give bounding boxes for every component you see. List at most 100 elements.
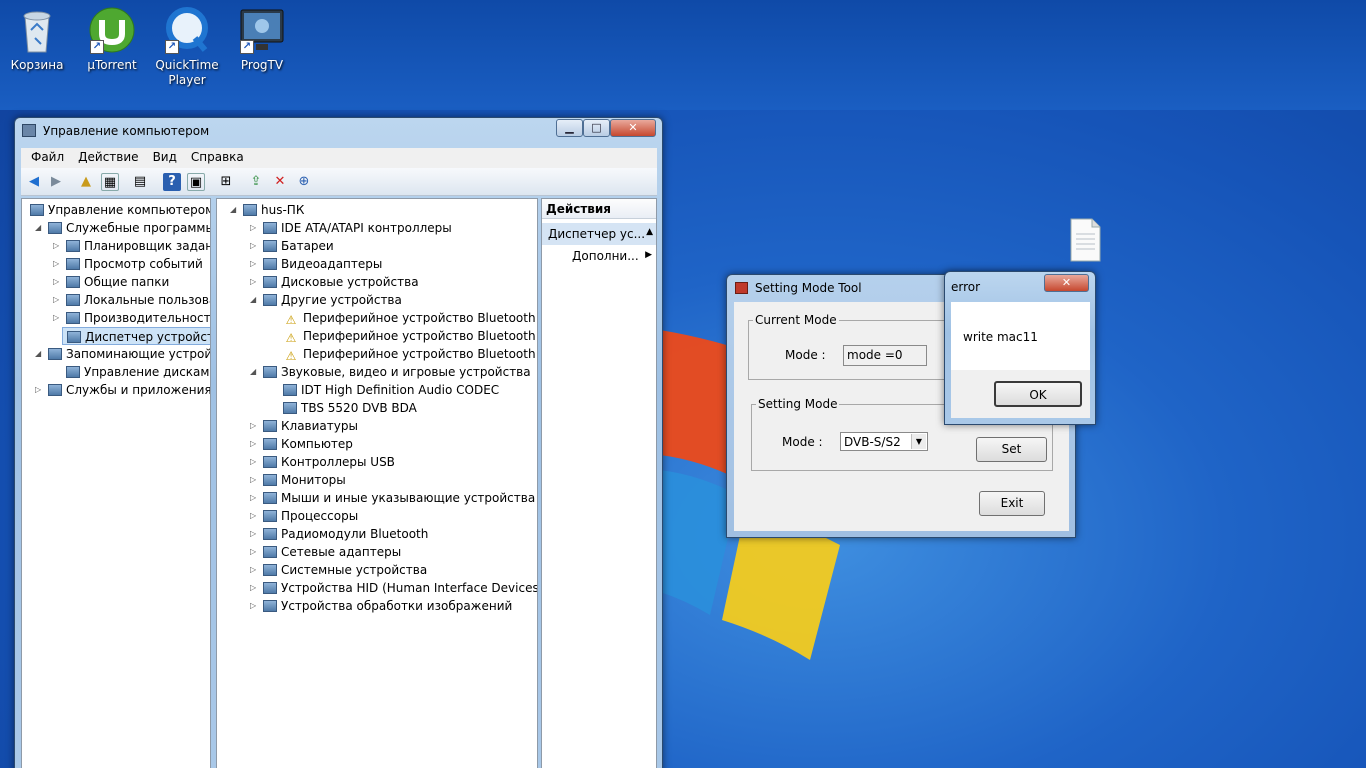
collapsed-arrow-icon[interactable]: ▷ [250, 255, 258, 273]
tree-item[interactable]: ▷ Сетевые адаптеры [250, 543, 405, 561]
collapsed-arrow-icon[interactable]: ▷ [250, 597, 258, 615]
update-driver-icon[interactable]: ⇪ [247, 173, 265, 191]
actions-section-device-manager[interactable]: Диспетчер ус... ▲ [542, 223, 656, 245]
tree-item[interactable]: ⚠ Периферийное устройство Bluetooth [279, 345, 537, 363]
tree-item[interactable]: ▷ Мониторы [250, 471, 350, 489]
collapsed-arrow-icon[interactable]: ▷ [53, 237, 61, 255]
tree-item[interactable]: ◢ Служебные программы [35, 219, 210, 237]
tree-item[interactable]: ▷ Радиомодули Bluetooth [250, 525, 432, 543]
menu-file[interactable]: Файл [21, 148, 71, 164]
collapsed-arrow-icon[interactable]: ▷ [53, 309, 61, 327]
show-hide-tree-icon[interactable]: ▦ [101, 173, 119, 191]
tree-item[interactable]: IDT High Definition Audio CODEC [279, 381, 503, 399]
menu-action[interactable]: Действие [71, 148, 145, 164]
actions-more-item[interactable]: Дополни... ▶ [542, 245, 656, 267]
menu-help[interactable]: Справка [184, 148, 251, 164]
tree-item[interactable]: ▷ Просмотр событий [53, 255, 207, 273]
expanded-arrow-icon[interactable]: ◢ [230, 201, 238, 219]
expanded-arrow-icon[interactable]: ◢ [35, 219, 43, 237]
tree-item[interactable]: ▷ IDE ATA/ATAPI контроллеры [250, 219, 456, 237]
tree-item[interactable]: ▷ Устройства HID (Human Interface Devices… [250, 579, 537, 597]
collapsed-arrow-icon[interactable]: ▷ [35, 381, 43, 399]
tree-item[interactable]: ▷ Процессоры [250, 507, 362, 525]
tree-item[interactable]: ▷ Службы и приложения [35, 381, 210, 399]
collapsed-arrow-icon[interactable]: ▷ [250, 417, 258, 435]
ok-button[interactable]: OK [994, 381, 1082, 407]
tree-item[interactable]: ⚠ Периферийное устройство Bluetooth [279, 309, 537, 327]
mmc-titlebar[interactable]: Управление компьютером ▁ □ ✕ [15, 118, 662, 144]
dropdown-arrow-icon[interactable]: ▼ [911, 434, 926, 449]
error-title: error [951, 280, 981, 294]
set-button[interactable]: Set [976, 437, 1047, 462]
utorrent-shortcut[interactable]: ↗ µTorrent [75, 6, 149, 73]
tree-item[interactable]: ▷ Компьютер [250, 435, 357, 453]
tree-item-label: Планировщик заданий [84, 239, 210, 253]
tree-item[interactable]: ▷ Планировщик заданий [53, 237, 210, 255]
minimize-button[interactable]: ▁ [556, 119, 583, 137]
tree-item[interactable]: Управление компьютером (л [26, 201, 210, 219]
quicktime-shortcut[interactable]: ↗ QuickTime Player [150, 6, 224, 88]
menu-view[interactable]: Вид [146, 148, 184, 164]
tree-item[interactable]: ▷ Производительность [53, 309, 210, 327]
collapse-up-icon[interactable]: ▲ [646, 227, 653, 237]
tree-item[interactable]: Управление дисками [62, 363, 210, 381]
tree-item[interactable]: ▷ Дисковые устройства [250, 273, 423, 291]
uninstall-icon[interactable]: ✕ [271, 173, 289, 191]
tree-item[interactable]: ◢ Запоминающие устройст [35, 345, 210, 363]
tree-item[interactable]: ▷ Клавиатуры [250, 417, 362, 435]
export-list-icon[interactable]: ▤ [131, 173, 149, 191]
recycle-bin-shortcut[interactable]: Корзина [0, 6, 74, 73]
device-icon [263, 420, 277, 432]
device-icon [263, 222, 277, 234]
exit-button[interactable]: Exit [979, 491, 1045, 516]
tree-item[interactable]: ▷ Мыши и иные указывающие устройства [250, 489, 537, 507]
setting-mode-select[interactable]: DVB-S/S2 ▼ [840, 432, 928, 451]
device-icon [263, 600, 277, 612]
progtv-shortcut[interactable]: ↗ ProgTV [225, 6, 299, 73]
tree-item[interactable]: ◢ hus-ПК [230, 201, 308, 219]
collapsed-arrow-icon[interactable]: ▷ [250, 579, 258, 597]
expanded-arrow-icon[interactable]: ◢ [250, 291, 258, 309]
collapsed-arrow-icon[interactable]: ▷ [250, 543, 258, 561]
up-folder-icon[interactable]: ▲ [77, 173, 95, 191]
collapsed-arrow-icon[interactable]: ▷ [53, 291, 61, 309]
maximize-button[interactable]: □ [583, 119, 610, 137]
tree-item[interactable]: ◢ Звуковые, видео и игровые устройства [250, 363, 535, 381]
collapsed-arrow-icon[interactable]: ▷ [250, 561, 258, 579]
tree-item[interactable]: ▷ Локальные пользовате [53, 291, 210, 309]
tree-item[interactable]: ▷ Системные устройства [250, 561, 431, 579]
collapsed-arrow-icon[interactable]: ▷ [250, 237, 258, 255]
enable-device-icon[interactable]: ⊕ [295, 173, 313, 191]
back-icon[interactable]: ◀ [25, 173, 43, 191]
close-button[interactable]: ✕ [610, 119, 656, 137]
file-icon[interactable] [1068, 218, 1102, 262]
tree-item[interactable]: ▷ Видеоадаптеры [250, 255, 386, 273]
collapsed-arrow-icon[interactable]: ▷ [250, 273, 258, 291]
tree-item[interactable]: ▷ Батареи [250, 237, 338, 255]
collapsed-arrow-icon[interactable]: ▷ [250, 525, 258, 543]
tree-item[interactable]: ▷ Контроллеры USB [250, 453, 399, 471]
forward-icon[interactable]: ▶ [47, 173, 65, 191]
collapsed-arrow-icon[interactable]: ▷ [250, 471, 258, 489]
error-close-button[interactable]: ✕ [1044, 274, 1089, 292]
scan-hardware-icon[interactable]: ⊞ [217, 173, 235, 191]
collapsed-arrow-icon[interactable]: ▷ [53, 273, 61, 291]
help-icon[interactable]: ? [163, 173, 181, 191]
tree-item[interactable]: Диспетчер устройств [62, 327, 210, 345]
error-titlebar[interactable]: error ✕ [945, 272, 1095, 298]
collapsed-arrow-icon[interactable]: ▷ [250, 507, 258, 525]
collapsed-arrow-icon[interactable]: ▷ [250, 219, 258, 237]
tree-item[interactable]: ▷ Устройства обработки изображений [250, 597, 516, 615]
collapsed-arrow-icon[interactable]: ▷ [250, 489, 258, 507]
expanded-arrow-icon[interactable]: ◢ [250, 363, 258, 381]
app-icon [735, 282, 748, 294]
tree-item[interactable]: TBS 5520 DVB BDA [279, 399, 421, 417]
tree-item[interactable]: ⚠ Периферийное устройство Bluetooth [279, 327, 537, 345]
collapsed-arrow-icon[interactable]: ▷ [250, 453, 258, 471]
tree-item[interactable]: ▷ Общие папки [53, 273, 173, 291]
properties-icon[interactable]: ▣ [187, 173, 205, 191]
collapsed-arrow-icon[interactable]: ▷ [53, 255, 61, 273]
collapsed-arrow-icon[interactable]: ▷ [250, 435, 258, 453]
tree-item[interactable]: ◢ Другие устройства [250, 291, 406, 309]
expanded-arrow-icon[interactable]: ◢ [35, 345, 43, 363]
